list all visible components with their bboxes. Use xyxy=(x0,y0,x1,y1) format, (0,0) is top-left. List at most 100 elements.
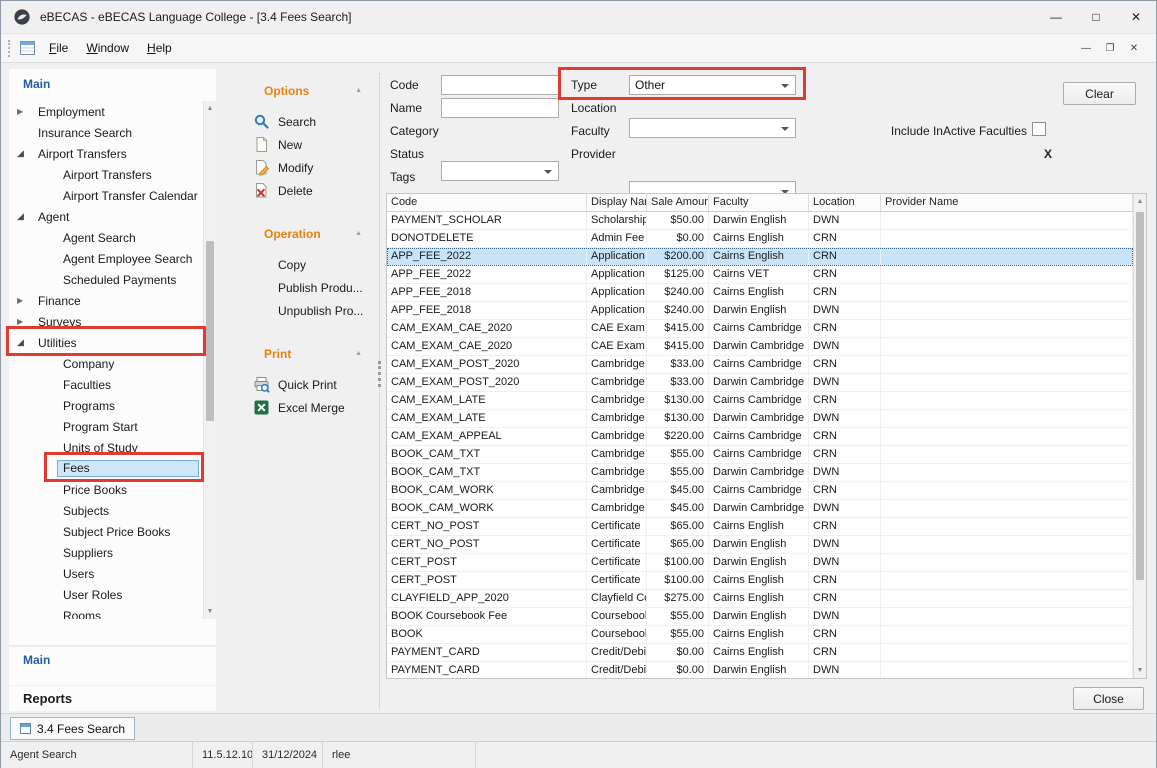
sidebar-item-subjects[interactable]: Subjects xyxy=(9,500,203,521)
sidebar-item-users[interactable]: Users xyxy=(9,563,203,584)
sidebar-item-fees[interactable]: Fees xyxy=(9,458,203,479)
scrollbar-thumb[interactable] xyxy=(206,241,214,421)
collapse-up-icon[interactable]: ▲ xyxy=(355,224,362,244)
table-row[interactable]: BOOK_CAM_WORKCambridge$45.00Cairns Cambr… xyxy=(387,482,1133,500)
name-input[interactable] xyxy=(441,98,559,118)
table-row[interactable]: CAM_EXAM_CAE_2020CAE Exam I$415.00Cairns… xyxy=(387,320,1133,338)
sidebar-item-subject-price-books[interactable]: Subject Price Books xyxy=(9,521,203,542)
provider-clear-button[interactable]: X xyxy=(1044,147,1052,161)
code-input[interactable] xyxy=(441,75,559,95)
sidebar-item-rooms[interactable]: Rooms xyxy=(9,605,203,619)
ribbon-item-quick-print[interactable]: Quick Print xyxy=(238,373,376,396)
ribbon-item-excel-merge[interactable]: Excel Merge xyxy=(238,396,376,419)
table-row[interactable]: PAYMENT_SCHOLARScholarship$50.00Darwin E… xyxy=(387,212,1133,230)
maximize-button[interactable]: □ xyxy=(1076,1,1116,33)
sidebar-item-suppliers[interactable]: Suppliers xyxy=(9,542,203,563)
sidebar-item-agent-employee-search[interactable]: Agent Employee Search xyxy=(9,248,203,269)
sidebar-item-user-roles[interactable]: User Roles xyxy=(9,584,203,605)
expand-arrow-icon[interactable]: ◢ xyxy=(17,337,32,348)
sidebar-item-program-start[interactable]: Program Start xyxy=(9,416,203,437)
sidebar-item-employment[interactable]: ▶Employment xyxy=(9,101,203,122)
ribbon-group-header-options[interactable]: Options▲ xyxy=(238,81,376,101)
mdi-minimize-button[interactable]: — xyxy=(1076,39,1096,57)
table-row[interactable]: PAYMENT_CARDCredit/Debi$0.00Darwin Engli… xyxy=(387,662,1133,678)
ribbon-item-unpublish-pro[interactable]: Unpublish Pro... xyxy=(238,299,376,322)
table-row[interactable]: PAYMENT_CARDCredit/Debi$0.00Cairns Engli… xyxy=(387,644,1133,662)
sidebar-item-surveys[interactable]: ▶Surveys xyxy=(9,311,203,332)
grid-scrollbar[interactable] xyxy=(1133,194,1146,678)
ribbon-item-new[interactable]: New xyxy=(238,133,376,156)
collapse-arrow-icon[interactable]: ▶ xyxy=(17,317,32,326)
menu-file[interactable]: File xyxy=(40,41,77,55)
sidebar-item-agent-search[interactable]: Agent Search xyxy=(9,227,203,248)
sidebar-item-price-books[interactable]: Price Books xyxy=(9,479,203,500)
table-row[interactable]: CAM_EXAM_POST_2020Cambridge$33.00Darwin … xyxy=(387,374,1133,392)
sidebar-item-company[interactable]: Company xyxy=(9,353,203,374)
close-button[interactable]: Close xyxy=(1073,687,1144,710)
column-header-faculty[interactable]: Faculty xyxy=(709,194,809,211)
sidebar-item-finance[interactable]: ▶Finance xyxy=(9,290,203,311)
tab-fees-search[interactable]: 3.4 Fees Search xyxy=(10,717,135,740)
menu-window[interactable]: Window xyxy=(77,41,138,55)
sidebar-item-faculties[interactable]: Faculties xyxy=(9,374,203,395)
table-row[interactable]: CAM_EXAM_CAE_2020CAE Exam I$415.00Darwin… xyxy=(387,338,1133,356)
scroll-up-icon[interactable] xyxy=(204,102,216,115)
toolbar-grip[interactable] xyxy=(8,40,12,57)
table-row[interactable]: APP_FEE_2018Application$240.00Cairns Eng… xyxy=(387,284,1133,302)
scrollbar-thumb[interactable] xyxy=(1136,212,1144,580)
include-inactive-checkbox[interactable] xyxy=(1032,122,1046,136)
table-row[interactable]: BOOK_CAM_TXTCambridge$55.00Darwin Cambri… xyxy=(387,464,1133,482)
table-row[interactable]: CAM_EXAM_LATECambridge$130.00Darwin Camb… xyxy=(387,410,1133,428)
sidebar-scrollbar[interactable] xyxy=(203,101,216,619)
table-row[interactable]: APP_FEE_2022Application$200.00Cairns Eng… xyxy=(387,248,1133,266)
sidebar-item-airport-transfers[interactable]: Airport Transfers xyxy=(9,164,203,185)
expand-arrow-icon[interactable]: ◢ xyxy=(17,211,32,222)
sidebar-item-scheduled-payments[interactable]: Scheduled Payments xyxy=(9,269,203,290)
sidebar-section-main[interactable]: Main xyxy=(9,646,216,672)
table-row[interactable]: CAM_EXAM_LATECambridge$130.00Cairns Camb… xyxy=(387,392,1133,410)
table-row[interactable]: BOOKCoursebool$55.00Cairns EnglishCRN xyxy=(387,626,1133,644)
sidebar-item-airport-transfers[interactable]: ◢Airport Transfers xyxy=(9,143,203,164)
collapse-up-icon[interactable]: ▲ xyxy=(355,81,362,101)
sidebar-item-programs[interactable]: Programs xyxy=(9,395,203,416)
ribbon-group-header-operation[interactable]: Operation▲ xyxy=(238,224,376,244)
category-select[interactable] xyxy=(441,161,559,181)
scroll-up-icon[interactable] xyxy=(1134,195,1146,208)
minimize-button[interactable]: — xyxy=(1036,1,1076,33)
column-header-location[interactable]: Location xyxy=(809,194,881,211)
panel-splitter[interactable] xyxy=(379,73,380,709)
column-header-display-nar[interactable]: Display Nar xyxy=(587,194,647,211)
close-button[interactable]: ✕ xyxy=(1116,1,1156,33)
sidebar-section-reports[interactable]: Reports xyxy=(9,685,216,711)
table-row[interactable]: DONOTDELETEAdmin Fee$0.00Cairns EnglishC… xyxy=(387,230,1133,248)
ribbon-item-delete[interactable]: Delete xyxy=(238,179,376,202)
type-select[interactable]: Other xyxy=(629,75,796,95)
ribbon-item-copy[interactable]: Copy xyxy=(238,253,376,276)
sidebar-item-utilities[interactable]: ◢Utilities xyxy=(9,332,203,353)
ribbon-item-modify[interactable]: Modify xyxy=(238,156,376,179)
table-row[interactable]: BOOK_CAM_WORKCambridge$45.00Darwin Cambr… xyxy=(387,500,1133,518)
sidebar-item-airport-transfer-calendar[interactable]: Airport Transfer Calendar xyxy=(9,185,203,206)
collapse-arrow-icon[interactable]: ▶ xyxy=(17,296,32,305)
ribbon-item-search[interactable]: Search xyxy=(238,110,376,133)
table-row[interactable]: CERT_NO_POSTCertificate$65.00Cairns Engl… xyxy=(387,518,1133,536)
table-row[interactable]: CERT_POSTCertificate$100.00Cairns Englis… xyxy=(387,572,1133,590)
column-header-sale-amount[interactable]: Sale Amount xyxy=(647,194,709,211)
sidebar-item-agent[interactable]: ◢Agent xyxy=(9,206,203,227)
table-row[interactable]: CAM_EXAM_APPEALCambridge$220.00Cairns Ca… xyxy=(387,428,1133,446)
scroll-down-icon[interactable] xyxy=(1134,664,1146,677)
table-row[interactable]: CAM_EXAM_POST_2020Cambridge$33.00Cairns … xyxy=(387,356,1133,374)
table-row[interactable]: BOOK_CAM_TXTCambridge$55.00Cairns Cambri… xyxy=(387,446,1133,464)
table-row[interactable]: APP_FEE_2022Application$125.00Cairns VET… xyxy=(387,266,1133,284)
location-select[interactable] xyxy=(629,118,796,138)
sidebar-item-insurance-search[interactable]: Insurance Search xyxy=(9,122,203,143)
ribbon-group-header-print[interactable]: Print▲ xyxy=(238,344,376,364)
collapse-arrow-icon[interactable]: ▶ xyxy=(17,107,32,116)
clear-button[interactable]: Clear xyxy=(1063,82,1136,105)
column-header-provider-name[interactable]: Provider Name xyxy=(881,194,1133,211)
column-header-code[interactable]: Code xyxy=(387,194,587,211)
mdi-restore-button[interactable]: ❐ xyxy=(1100,39,1120,57)
table-row[interactable]: APP_FEE_2018Application$240.00Darwin Eng… xyxy=(387,302,1133,320)
table-row[interactable]: BOOK Coursebook FeeCoursebool$55.00Darwi… xyxy=(387,608,1133,626)
table-row[interactable]: CERT_POSTCertificate$100.00Darwin Englis… xyxy=(387,554,1133,572)
